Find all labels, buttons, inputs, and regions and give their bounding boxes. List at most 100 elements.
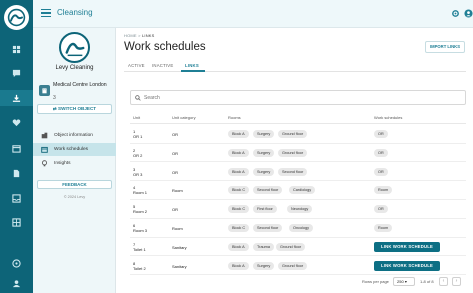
calendar-icon[interactable] [11, 143, 22, 154]
nav-item-object-information[interactable]: Object information [33, 129, 116, 142]
unit-category-cell: Room [172, 226, 183, 231]
gear-icon[interactable] [451, 9, 460, 18]
breadcrumb: HOME > LINKS [124, 33, 155, 38]
table-row[interactable]: 5 Room 2 OR Block C First floor Neurology OR [130, 200, 466, 219]
wave-logo-icon [65, 42, 84, 56]
site-number: 3 [53, 95, 56, 101]
room-chip: Neurology [287, 205, 313, 214]
unit-cell: 4 Room 1 [133, 185, 147, 195]
room-chip: Surgery [253, 167, 275, 176]
heart-icon[interactable] [11, 117, 22, 128]
table-row[interactable]: 1 OR 1 OR Block A Surgery Ground floor OR [130, 125, 466, 144]
document-icon[interactable] [11, 168, 22, 179]
room-chip: Ground floor [278, 130, 308, 138]
wave-logo-icon [7, 8, 26, 27]
active-tab-indicator [181, 70, 205, 72]
column-header-unit[interactable]: Unit [133, 115, 140, 120]
room-chip: Block A [228, 130, 249, 138]
org-logo [59, 32, 90, 63]
work-schedule-chip[interactable]: OR [374, 167, 388, 176]
download-icon[interactable] [0, 90, 33, 106]
user-icon[interactable] [464, 9, 473, 18]
import-links-button[interactable]: IMPORT LINKS [425, 41, 465, 53]
building-icon [41, 132, 48, 139]
nav-label: Work schedules [54, 147, 89, 152]
link-work-schedule-button[interactable]: LINK WORK SCHEDULE [374, 241, 440, 252]
tab-links[interactable]: LINKS [185, 63, 199, 68]
unit-name: Toilet 1 [133, 246, 146, 252]
next-page-icon[interactable]: › [452, 277, 461, 286]
unit-name: OR 1 [133, 134, 143, 139]
top-bar: Cleansing [33, 0, 473, 28]
unit-name: OR 3 [133, 171, 143, 177]
feedback-button[interactable]: FEEDBACK [37, 180, 112, 189]
room-chip: Cardiology [289, 186, 316, 195]
unit-cell: 2 OR 2 [133, 148, 142, 158]
unit-name: Room 1 [133, 190, 148, 196]
search-box[interactable] [130, 90, 466, 105]
table-row[interactable]: 3 OR 3 OR Block A Surgery Second floor OR [130, 163, 466, 182]
help-icon[interactable] [11, 258, 22, 269]
prev-page-icon[interactable]: ‹ [439, 277, 448, 286]
breadcrumb-separator: > [138, 33, 141, 38]
tab-active[interactable]: ACTIVE [128, 63, 145, 68]
table-row[interactable]: 4 Room 1 Room Block C Second floor Cardiology… [130, 181, 466, 200]
hamburger-menu-icon[interactable] [41, 9, 51, 19]
tab-bar: ACTIVE INACTIVE LINKS [124, 60, 466, 72]
room-chip: Block A [228, 148, 249, 157]
profile-icon[interactable] [11, 278, 22, 289]
room-chip: Surgery [253, 261, 275, 270]
rows-per-page-value: 250 [397, 279, 404, 284]
table-row[interactable]: 8 Toilet 2 Sanitary Block A Surgery Ground fl… [130, 257, 466, 276]
unit-name: Toilet 2 [133, 265, 146, 271]
switch-object-button[interactable]: ⇄ SWITCH OBJECT [37, 104, 112, 114]
unit-cell: 3 OR 3 [133, 167, 142, 177]
search-input[interactable] [144, 93, 444, 103]
unit-category-cell: OR [172, 150, 178, 156]
nav-label: Insights [54, 161, 71, 166]
building-icon [39, 85, 50, 96]
unit-category-cell: Sanitary [172, 263, 187, 269]
room-chip: Ground floor [278, 148, 308, 157]
column-header-rooms[interactable]: Rooms [228, 115, 241, 120]
room-chip: Block C [228, 205, 250, 214]
room-chip: Block A [228, 242, 249, 251]
unit-name: Room 3 [133, 228, 148, 233]
tab-inactive[interactable]: INACTIVE [152, 63, 173, 68]
breadcrumb-home[interactable]: HOME [124, 33, 137, 38]
unit-cell: 5 Room 2 [133, 204, 147, 214]
work-schedule-chip[interactable]: OR [374, 130, 388, 138]
unit-cell: 7 Toilet 1 [133, 242, 146, 252]
nav-label: Object information [54, 133, 93, 138]
table-row[interactable]: 7 Toilet 1 Sanitary Block A Trauma Ground flo… [130, 238, 466, 257]
app-root: Cleansing Levy Cleaning Medical Centre L… [0, 0, 473, 293]
room-chip: Trauma [253, 242, 274, 251]
column-header-unit-category[interactable]: Unit category [172, 115, 196, 120]
app-logo[interactable] [4, 5, 29, 30]
lightbulb-icon [41, 160, 48, 167]
room-chip: Surgery [253, 130, 275, 138]
inbox-icon[interactable] [11, 193, 22, 204]
rows-per-page-select[interactable]: 250 ▾ [393, 277, 415, 286]
work-schedule-chip[interactable]: Room [374, 224, 393, 232]
unit-cell: 8 Toilet 2 [133, 261, 146, 271]
unit-name: Room 2 [133, 209, 148, 215]
unit-cell: 6 Room 3 [133, 223, 147, 233]
unit-cell: 1 OR 1 [133, 129, 142, 139]
dashboard-icon[interactable] [11, 44, 22, 55]
link-work-schedule-button[interactable]: LINK WORK SCHEDULE [374, 260, 440, 271]
pagination: Rows per page 250 ▾ 1-8 of 8 ‹ › [130, 276, 466, 288]
chat-icon[interactable] [11, 68, 22, 79]
grid-icon[interactable] [11, 217, 22, 228]
table-row[interactable]: 6 Room 3 Room Block C Second floor Oncology Ro… [130, 219, 466, 238]
work-schedule-chip[interactable]: Room [374, 186, 393, 195]
unit-category-cell: Sanitary [172, 244, 187, 250]
nav-item-work-schedules[interactable]: Work schedules [33, 143, 116, 156]
work-schedule-chip[interactable]: OR [374, 205, 388, 214]
unit-name: OR 2 [133, 152, 143, 158]
table-row[interactable]: 2 OR 2 OR Block A Surgery Ground floor OR [130, 144, 466, 163]
room-chip: First floor [253, 205, 277, 214]
work-schedule-chip[interactable]: OR [374, 148, 388, 157]
column-header-work-schedules[interactable]: Work schedules [374, 115, 402, 120]
nav-item-insights[interactable]: Insights [33, 157, 116, 170]
